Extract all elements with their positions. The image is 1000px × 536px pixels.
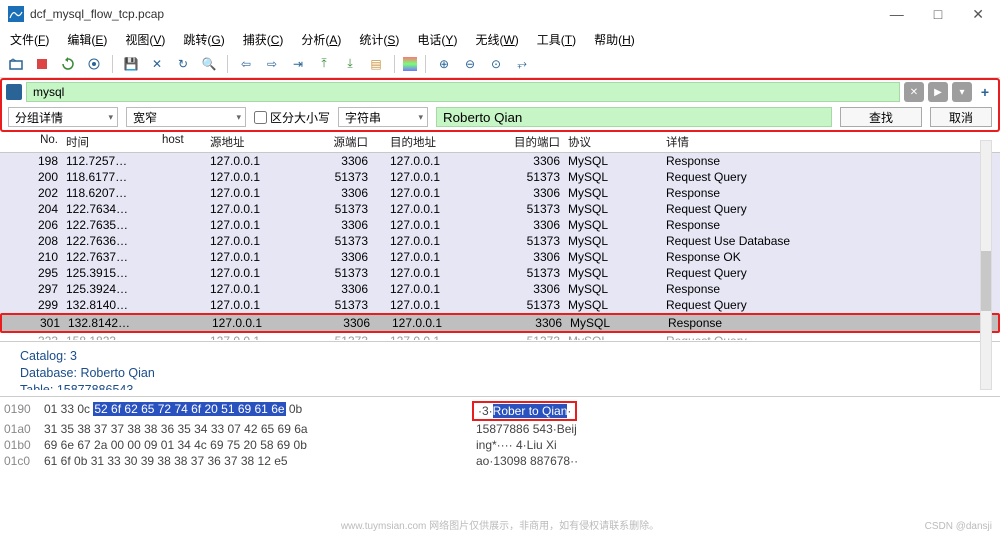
- resize-cols-icon[interactable]: ⥅: [512, 54, 532, 74]
- packet-list[interactable]: 198112.7257…127.0.0.13306127.0.0.13306My…: [0, 153, 1000, 341]
- zoom-out-icon[interactable]: ⊖: [460, 54, 480, 74]
- colorize-icon[interactable]: [403, 57, 417, 71]
- menu-item[interactable]: 无线(W): [475, 31, 518, 48]
- table-row[interactable]: 295125.3915…127.0.0.151373127.0.0.151373…: [0, 265, 1000, 281]
- add-filter-button[interactable]: +: [976, 84, 994, 100]
- case-sensitive-checkbox[interactable]: 区分大小写: [254, 109, 330, 126]
- menu-item[interactable]: 电话(Y): [417, 31, 457, 48]
- wireshark-icon: [8, 6, 24, 22]
- find-button[interactable]: 查找: [840, 107, 922, 127]
- forward-icon[interactable]: ⇨: [262, 54, 282, 74]
- detail-line: Database: Roberto Qian: [20, 365, 980, 382]
- table-row[interactable]: 301132.8142…127.0.0.13306127.0.0.13306My…: [0, 313, 1000, 333]
- search-input[interactable]: [436, 107, 832, 127]
- close-file-icon[interactable]: ✕: [147, 54, 167, 74]
- back-icon[interactable]: ⇦: [236, 54, 256, 74]
- jump-icon[interactable]: ⇥: [288, 54, 308, 74]
- search-type-combo[interactable]: 字符串: [338, 107, 428, 127]
- hex-pane[interactable]: 019001 33 0c 52 6f 62 65 72 74 6f 20 51 …: [0, 396, 1000, 474]
- table-row[interactable]: 198112.7257…127.0.0.13306127.0.0.13306My…: [0, 153, 1000, 169]
- menu-item[interactable]: 编辑(E): [67, 31, 107, 48]
- cancel-button[interactable]: 取消: [930, 107, 992, 127]
- menu-item[interactable]: 统计(S): [359, 31, 399, 48]
- scrollbar[interactable]: [980, 140, 992, 390]
- table-row[interactable]: 210122.7637…127.0.0.13306127.0.0.13306My…: [0, 249, 1000, 265]
- hex-row[interactable]: 019001 33 0c 52 6f 62 65 72 74 6f 20 51 …: [0, 401, 1000, 421]
- menu-item[interactable]: 捕获(C): [243, 31, 284, 48]
- watermark: www.tuymsian.com 网络图片仅供展示，非商用，如有侵权请联系删除。: [0, 517, 1000, 532]
- hex-row[interactable]: 01a031 35 38 37 37 38 38 36 35 34 33 07 …: [0, 421, 1000, 437]
- clear-filter-button[interactable]: ✕: [904, 82, 924, 102]
- table-row[interactable]: 323158 1823127 0 0 151373127 0 0 151373M…: [0, 333, 1000, 341]
- search-width-combo[interactable]: 宽窄: [126, 107, 246, 127]
- minimize-button[interactable]: —: [890, 6, 904, 23]
- table-row[interactable]: 200118.6177…127.0.0.151373127.0.0.151373…: [0, 169, 1000, 185]
- menu-item[interactable]: 工具(T): [537, 31, 576, 48]
- table-row[interactable]: 206122.7635…127.0.0.13306127.0.0.13306My…: [0, 217, 1000, 233]
- stop-icon[interactable]: [32, 54, 52, 74]
- details-pane[interactable]: Catalog: 3 Database: Roberto Qian Table:…: [0, 341, 1000, 396]
- menu-item[interactable]: 帮助(H): [594, 31, 635, 48]
- auto-scroll-icon[interactable]: ▤: [366, 54, 386, 74]
- maximize-button[interactable]: □: [934, 6, 942, 23]
- hex-row[interactable]: 01c061 6f 0b 31 33 30 39 38 38 37 36 37 …: [0, 453, 1000, 469]
- table-row[interactable]: 202118.6207…127.0.0.13306127.0.0.13306My…: [0, 185, 1000, 201]
- first-icon[interactable]: ⤒: [314, 54, 334, 74]
- table-row[interactable]: 299132.8140…127.0.0.151373127.0.0.151373…: [0, 297, 1000, 313]
- table-row[interactable]: 297125.3924…127.0.0.13306127.0.0.13306My…: [0, 281, 1000, 297]
- toolbar: 💾 ✕ ↻ 🔍 ⇦ ⇨ ⇥ ⤒ ⤓ ▤ ⊕ ⊖ ⊙ ⥅: [0, 50, 1000, 78]
- restart-icon[interactable]: [58, 54, 78, 74]
- display-filter-input[interactable]: [26, 82, 900, 102]
- zoom-reset-icon[interactable]: ⊙: [486, 54, 506, 74]
- detail-line: Catalog: 3: [20, 348, 980, 365]
- table-row[interactable]: 204122.7634…127.0.0.151373127.0.0.151373…: [0, 201, 1000, 217]
- window-title: dcf_mysql_flow_tcp.pcap: [30, 7, 890, 21]
- corner-mark: CSDN @dansji: [925, 521, 992, 532]
- packet-list-header: No. 时间 host 源地址 源端口 目的地址 目的端口 协议 详情: [0, 132, 1000, 153]
- table-row[interactable]: 208122.7636…127.0.0.151373127.0.0.151373…: [0, 233, 1000, 249]
- close-button[interactable]: ✕: [972, 6, 984, 23]
- search-scope-combo[interactable]: 分组详情: [8, 107, 118, 127]
- history-filter-button[interactable]: ▾: [952, 82, 972, 102]
- save-icon[interactable]: 💾: [121, 54, 141, 74]
- zoom-in-icon[interactable]: ⊕: [434, 54, 454, 74]
- menubar: 文件(F) 编辑(E) 视图(V) 跳转(G) 捕获(C) 分析(A) 统计(S) 电话(Y)…: [0, 28, 1000, 50]
- apply-filter-button[interactable]: ▶: [928, 82, 948, 102]
- menu-item[interactable]: 视图(V): [125, 31, 165, 48]
- detail-line: Table: 15877886543: [20, 382, 980, 390]
- last-icon[interactable]: ⤓: [340, 54, 360, 74]
- hex-row[interactable]: 01b069 6e 67 2a 00 00 09 01 34 4c 69 75 …: [0, 437, 1000, 453]
- menu-item[interactable]: 分析(A): [301, 31, 341, 48]
- menu-item[interactable]: 跳转(G): [183, 31, 224, 48]
- bookmark-icon[interactable]: [6, 84, 22, 100]
- reload-icon[interactable]: ↻: [173, 54, 193, 74]
- options-icon[interactable]: [84, 54, 104, 74]
- find-icon[interactable]: 🔍: [199, 54, 219, 74]
- menu-item[interactable]: 文件(F): [10, 31, 49, 48]
- open-icon[interactable]: [6, 54, 26, 74]
